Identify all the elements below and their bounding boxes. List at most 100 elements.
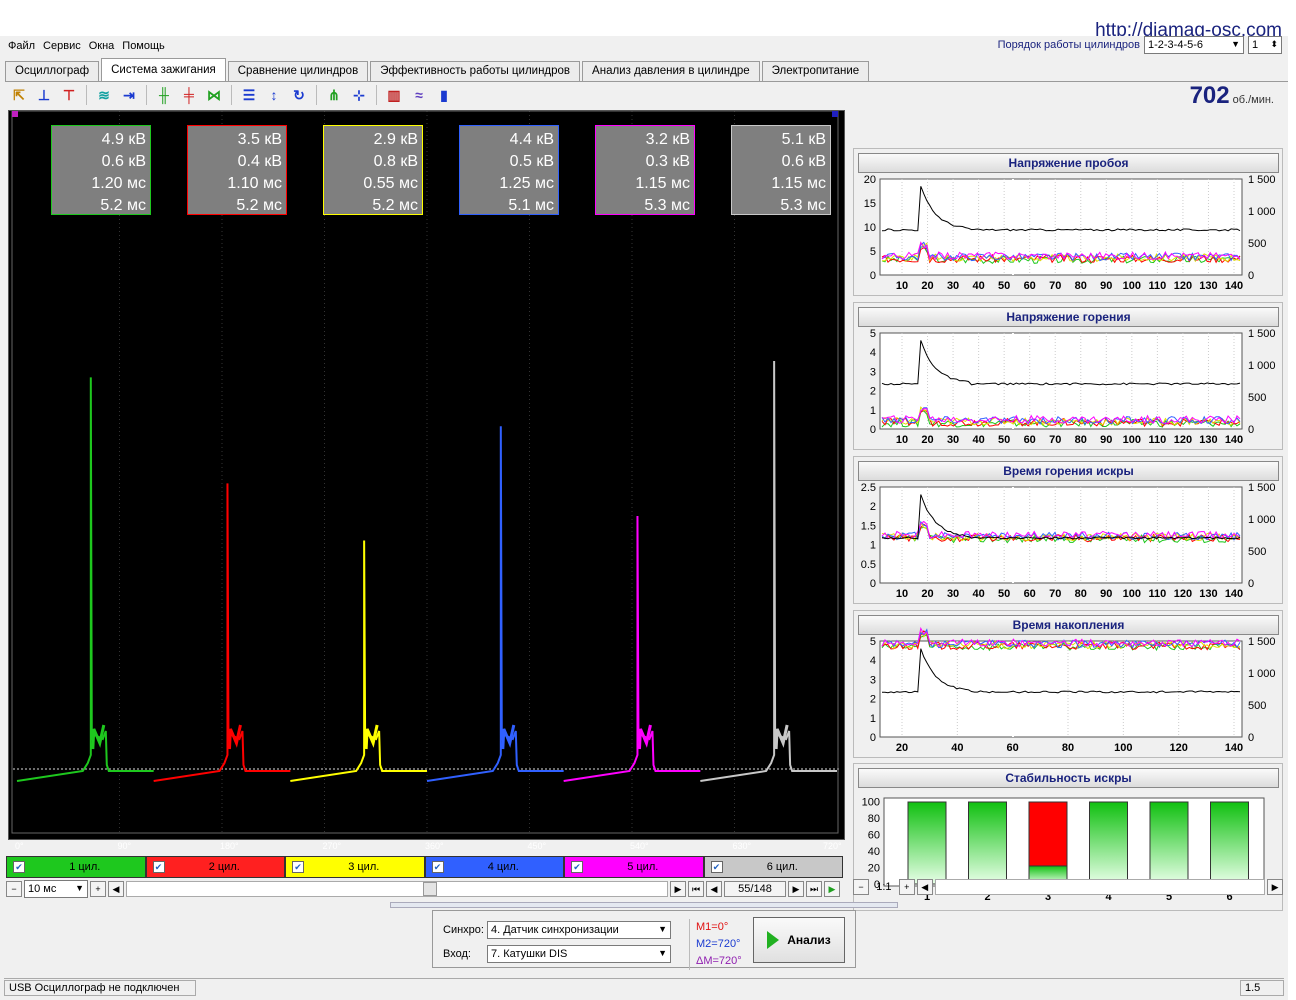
x-tick: 120 [1174,280,1192,292]
channel-label: 5 цил. [627,861,659,873]
checkbox-checked-icon[interactable]: ✔ [710,861,723,873]
rise-icon[interactable]: ⊥ [33,84,55,106]
x-tick: 100 [1123,434,1141,446]
tab-0[interactable]: Осциллограф [5,61,100,81]
cylinder-waveform-3 [290,540,427,782]
input-select[interactable]: 7. Катушки DIS ▼ [487,945,671,963]
first-frame-icon[interactable]: ⏮ [688,881,704,897]
x-tick: 130 [1199,434,1217,446]
menu-item[interactable]: Помощь [122,40,165,52]
ms-icon[interactable]: ⋔ [323,84,345,106]
x-tick: 90 [1100,434,1112,446]
channel-toggle-6[interactable]: ✔ 6 цил. [703,856,843,878]
fall-icon[interactable]: ⊤ [58,84,80,106]
y-tick: 15 [864,198,876,210]
oscilloscope-view[interactable]: 4.9 кВ 0.6 кВ 1.20 мс 5.2 мс 3.5 кВ 0.4 кВ 1.1… [8,110,845,851]
stat-graph-title: Стабильность искры [858,768,1279,788]
x-tick: 80 [1062,742,1074,754]
y-tick: 40 [868,846,880,858]
align-icon[interactable]: ⋈ [203,84,225,106]
y-tick: 0 [870,732,876,744]
cylinder-waveform-6 [700,360,837,782]
scroll-left-icon[interactable]: ◀ [916,879,933,895]
scroll-left-icon[interactable]: ◀ [108,881,124,897]
timebase-select[interactable]: 10 мс ▼ [24,880,88,898]
prev-frame-icon[interactable]: ◀ [706,881,722,897]
checkbox-checked-icon[interactable]: ✔ [13,861,25,873]
firing-order: Порядок работы цилиндров 1-2-3-4-5-6 ▼ 1 ⬍ [998,36,1282,54]
checkbox-checked-icon[interactable]: ✔ [152,861,165,873]
channel-toggle-3[interactable]: ✔ 3 цил. [285,856,425,878]
stat-graph-plot: 0 5 10 15 20 0 500 1 000 1 500 10 20 30 40 50 60 70 80 90… [864,174,1276,292]
next-frame-icon[interactable]: ▶ [788,881,804,897]
cylinder-info-box: 4.4 кВ 0.5 кВ 1.25 мс 5.1 мс [459,125,559,215]
panel-splitter[interactable] [390,902,898,908]
marker-readout: M1=0° M2=720° ΔM=720° [689,919,742,970]
loop-icon[interactable]: ↻ [288,84,310,106]
color-bars-icon[interactable]: ▥ [383,84,405,106]
channel-label: 1 цил. [69,861,101,873]
bar-chart-icon[interactable]: ▮ [433,84,455,106]
layers-icon[interactable]: ≋ [93,84,115,106]
tab-4[interactable]: Анализ давления в цилиндре [582,61,760,81]
channel-toggle-2[interactable]: ✔ 2 цил. [145,856,285,878]
scroll-right-icon[interactable]: ▶ [670,881,686,897]
zoom-in-icon[interactable]: + [90,881,106,897]
x-tick: 50 [998,588,1010,600]
stretch-icon[interactable]: ↕ [263,84,285,106]
toolbar-separator [231,85,232,105]
zoom-in-icon[interactable]: + [898,879,915,895]
angle-tick: 90° [117,841,132,851]
stat-graph-0: Напряжение пробоя 0 5 10 15 20 0 500 1 000 1 500 1… [853,148,1283,296]
tab-5[interactable]: Электропитание [761,61,870,81]
menu-item[interactable]: Сервис [43,40,81,52]
scroll-right-icon[interactable]: ▶ [1267,879,1284,895]
menu-item[interactable]: Окна [89,40,115,52]
tab-3[interactable]: Эффективность работы цилиндров [370,61,581,81]
checkbox-checked-icon[interactable]: ✔ [571,861,583,873]
y-tick: 1 [870,405,876,417]
channel-toggle-5[interactable]: ✔ 5 цил. [564,856,704,878]
last-frame-icon[interactable]: ⏭ [806,881,822,897]
checkbox-checked-icon[interactable]: ✔ [431,861,444,873]
scope-controls: − 10 мс ▼ + ◀ ▶ ⏮ ◀ 55/148 ▶ ⏭ ▶ [6,880,843,898]
overlay-icon[interactable]: ╫ [153,84,175,106]
analyze-button[interactable]: Анализ [753,917,845,963]
x-tick: 40 [951,742,963,754]
angle-tick: 0° [15,841,24,851]
play-icon [767,931,780,949]
right-tick: 0 [1248,424,1254,436]
tab-2[interactable]: Сравнение цилиндров [227,61,369,81]
cursor-icon[interactable]: ⇱ [8,84,30,106]
zoom-out-icon[interactable]: − [6,881,22,897]
angle-tick: 630° [732,841,752,851]
info-dwell: 5.1 мс [508,197,554,214]
channel-toggle-1[interactable]: ✔ 1 цил. [6,856,146,878]
zoom-out-icon[interactable]: − [853,879,869,895]
firing-order-select[interactable]: 1-2-3-4-5-6 ▼ [1144,36,1244,54]
numbering-icon[interactable]: ⇥ [118,84,140,106]
menu-item[interactable]: Файл [8,40,35,52]
lines-icon[interactable]: ☰ [238,84,260,106]
tab-1[interactable]: Система зажигания [101,58,226,81]
channel-toggle-4[interactable]: ✔ 4 цил. [424,856,564,878]
waves-icon[interactable]: ≈ [408,84,430,106]
compare-icon[interactable]: ╪ [178,84,200,106]
toolbar-separator [86,85,87,105]
info-burn: 0.5 кВ [509,153,554,170]
x-tick: 20 [921,280,933,292]
chevron-down-icon: ▼ [1231,39,1240,49]
checkbox-checked-icon[interactable]: ✔ [292,861,304,873]
firing-order-spinner[interactable]: 1 ⬍ [1248,36,1282,54]
x-tick: 40 [972,434,984,446]
scope-scrollbar[interactable] [126,881,668,897]
info-dwell: 5.3 мс [780,197,826,214]
play-icon[interactable]: ▶ [824,881,840,897]
mark-icon[interactable]: ⊹ [348,84,370,106]
chevron-down-icon: ▼ [658,948,667,958]
stats-scrollbar[interactable] [934,879,1266,895]
scrollbar-thumb[interactable] [423,882,437,896]
app-window: Файл Сервис Окна Помощь Порядок работы цили… [0,36,1288,1000]
cylinder-info-box: 5.1 кВ 0.6 кВ 1.15 мс 5.3 мс [731,125,831,215]
sync-select[interactable]: 4. Датчик синхронизации ▼ [487,921,671,939]
